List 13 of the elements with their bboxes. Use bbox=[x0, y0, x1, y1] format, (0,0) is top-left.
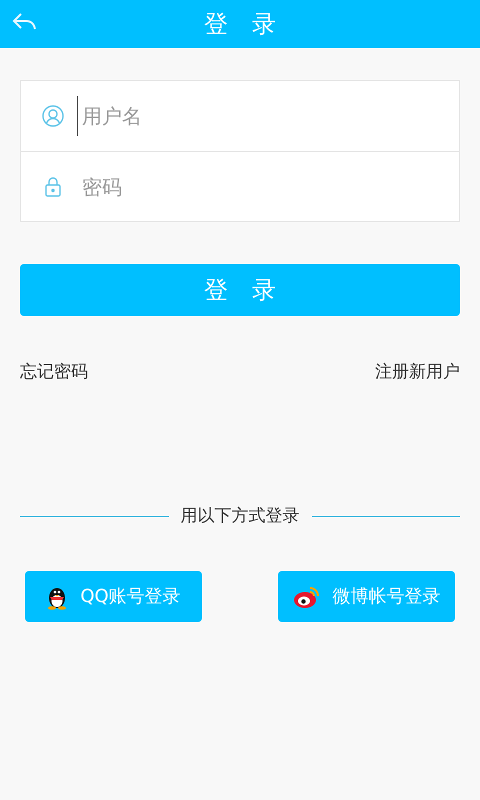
weibo-login-button[interactable]: 微博帐号登录 bbox=[278, 571, 455, 622]
eye-logo-icon bbox=[292, 584, 320, 608]
forgot-password-link[interactable]: 忘记密码 bbox=[20, 360, 88, 386]
lock-icon bbox=[44, 176, 62, 198]
password-field[interactable]: 密码 bbox=[77, 166, 459, 206]
qq-login-button[interactable]: QQ账号登录 bbox=[25, 571, 202, 622]
divider-caption: 用以下方式登录 bbox=[180, 504, 300, 528]
page-title: 登 录 bbox=[204, 9, 276, 40]
login-button[interactable]: 登 录 bbox=[20, 264, 460, 316]
register-link[interactable]: 注册新用户 bbox=[375, 360, 460, 386]
username-field[interactable]: 用户名 bbox=[77, 96, 459, 136]
user-icon bbox=[42, 105, 64, 127]
back-icon[interactable] bbox=[12, 12, 38, 32]
